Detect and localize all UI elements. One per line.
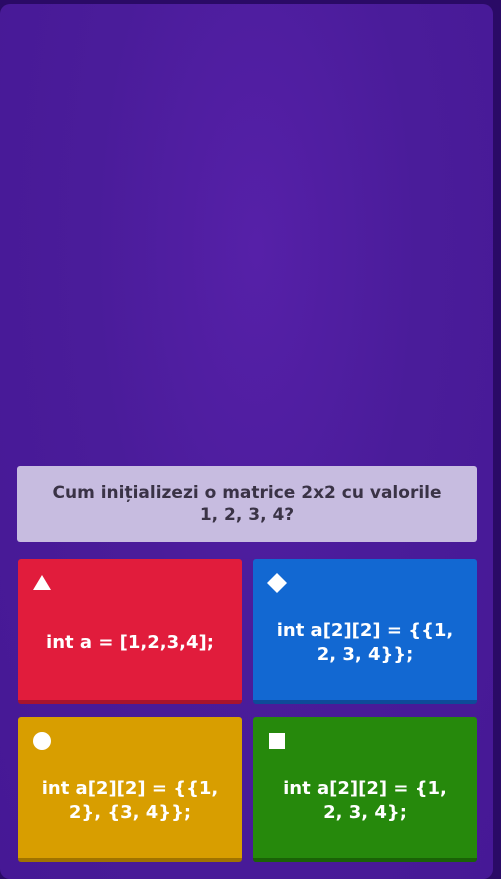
answer-label: int a[2][2] = {{1, 2, 3, 4}}; (276, 619, 454, 665)
answer-option-square[interactable]: int a[2][2] = {1, 2, 3, 4}; (253, 717, 477, 862)
answer-option-triangle[interactable]: int a = [1,2,3,4]; (18, 559, 242, 704)
answer-label: int a = [1,2,3,4]; (46, 631, 214, 653)
quiz-panel: Cum inițializezi o matrice 2x2 cu valori… (0, 4, 493, 879)
answer-label: int a[2][2] = {{1, 2}, {3, 4}}; (41, 777, 219, 823)
answer-option-diamond[interactable]: int a[2][2] = {{1, 2, 3, 4}}; (253, 559, 477, 704)
question-card: Cum inițializezi o matrice 2x2 cu valori… (17, 466, 477, 542)
question-text: Cum inițializezi o matrice 2x2 cu valori… (52, 483, 442, 525)
answer-option-circle[interactable]: int a[2][2] = {{1, 2}, {3, 4}}; (18, 717, 242, 862)
answer-label: int a[2][2] = {1, 2, 3, 4}; (283, 777, 447, 823)
